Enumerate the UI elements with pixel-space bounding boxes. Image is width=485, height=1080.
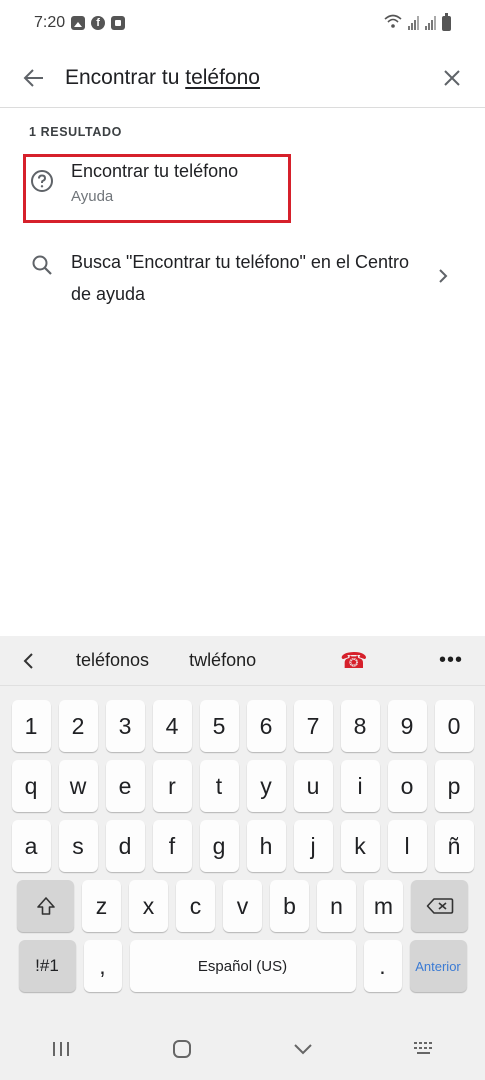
previous-action-key[interactable]: Anterior [409,940,467,992]
gallery-notification-icon [71,16,86,30]
home-button[interactable] [152,1027,212,1071]
key[interactable]: 4 [152,700,192,752]
symbols-key[interactable]: !#1 [18,940,76,992]
search-query-composing: teléfono [185,65,260,89]
app-notification-icon [111,16,126,30]
key-row-space: !#1 , Español (US) . Anterior [0,940,485,992]
backspace-icon [426,898,453,914]
key[interactable]: k [340,820,380,872]
comma-key[interactable]: , [83,940,122,992]
telephone-emoji-suggestion[interactable]: ☎ [340,648,367,674]
search-query-prefix: Encontrar tu [65,65,186,89]
search-input[interactable]: Encontrar tu teléfono [65,66,427,90]
key[interactable]: j [293,820,333,872]
signal-1-icon [408,16,419,30]
key[interactable]: l [387,820,427,872]
backspace-key[interactable] [411,880,468,932]
recent-apps-button[interactable] [31,1027,91,1071]
results-count-heading: 1 RESULTADO [29,125,122,139]
keyboard-switch-button[interactable] [394,1027,454,1071]
key[interactable]: s [58,820,98,872]
key[interactable]: r [152,760,192,812]
key[interactable]: i [340,760,380,812]
facebook-notification-icon: f [91,16,106,30]
suggestion-back-button[interactable] [0,652,56,670]
space-key[interactable]: Español (US) [129,940,356,992]
key[interactable]: p [434,760,474,812]
search-help-center-label: Busca "Encontrar tu teléfono" en el Cent… [71,252,409,304]
key[interactable]: 1 [11,700,51,752]
key[interactable]: 0 [434,700,474,752]
key[interactable]: q [11,760,51,812]
recent-apps-icon [52,1042,69,1056]
key[interactable]: t [199,760,239,812]
key-row-bottom: z x c v b n m [0,880,485,932]
key[interactable]: h [246,820,286,872]
keyboard-icon [414,1042,433,1054]
chevron-down-icon [294,1044,312,1055]
key[interactable]: b [270,880,309,932]
key-row-top: q w e r t y u i o p [0,760,485,812]
hide-keyboard-button[interactable] [273,1027,333,1071]
system-nav-bar [0,1018,485,1080]
key[interactable]: d [105,820,145,872]
key[interactable]: 2 [58,700,98,752]
suggestion-word-1[interactable]: teléfonos [56,650,169,671]
key[interactable]: o [387,760,427,812]
result-item[interactable]: Encontrar tu teléfono Ayuda [0,160,485,220]
shift-key[interactable] [17,880,74,932]
status-time: 7:20 [34,14,66,31]
key[interactable]: 5 [199,700,239,752]
back-button[interactable] [9,53,59,103]
key[interactable]: 8 [340,700,380,752]
more-options-button[interactable]: ••• [439,649,463,672]
key[interactable]: ñ [434,820,474,872]
chevron-left-icon [23,652,33,669]
suggestion-strip: teléfonos twléfono ☎ ••• [0,636,485,686]
signal-2-icon [425,16,436,30]
help-circle-icon [31,170,53,192]
battery-icon [442,12,451,31]
arrow-back-icon [23,68,43,87]
close-icon [444,69,460,86]
wifi-icon [384,13,402,33]
key[interactable]: g [199,820,239,872]
key[interactable]: 9 [387,700,427,752]
chevron-right-icon [439,269,448,283]
key[interactable]: 7 [293,700,333,752]
key[interactable]: y [246,760,286,812]
key[interactable]: u [293,760,333,812]
key[interactable]: e [105,760,145,812]
key[interactable]: x [129,880,168,932]
period-key[interactable]: . [363,940,402,992]
suggestion-word-2[interactable]: twléfono [169,650,276,671]
result-title: Encontrar tu teléfono [71,161,239,181]
key[interactable]: 6 [246,700,286,752]
home-icon [172,1040,191,1058]
search-help-center-item[interactable]: Busca "Encontrar tu teléfono" en el Cent… [0,246,485,316]
key[interactable]: f [152,820,192,872]
key[interactable]: z [82,880,121,932]
key[interactable]: v [223,880,262,932]
key-row-numbers: 1 2 3 4 5 6 7 8 9 0 [0,700,485,752]
clear-search-button[interactable] [427,53,477,103]
status-bar: 7:20 f [0,0,485,46]
search-icon [32,255,52,275]
key-row-middle: a s d f g h j k l ñ [0,820,485,872]
key[interactable]: 3 [105,700,145,752]
key[interactable]: c [176,880,215,932]
key[interactable]: w [58,760,98,812]
keyboard: teléfonos twléfono ☎ ••• 1 2 3 4 5 6 7 8… [0,636,485,1080]
key[interactable]: a [11,820,51,872]
search-header: Encontrar tu teléfono [0,48,485,108]
key[interactable]: n [317,880,356,932]
result-subtitle: Ayuda [71,188,114,206]
shift-icon [36,897,55,915]
key[interactable]: m [364,880,403,932]
